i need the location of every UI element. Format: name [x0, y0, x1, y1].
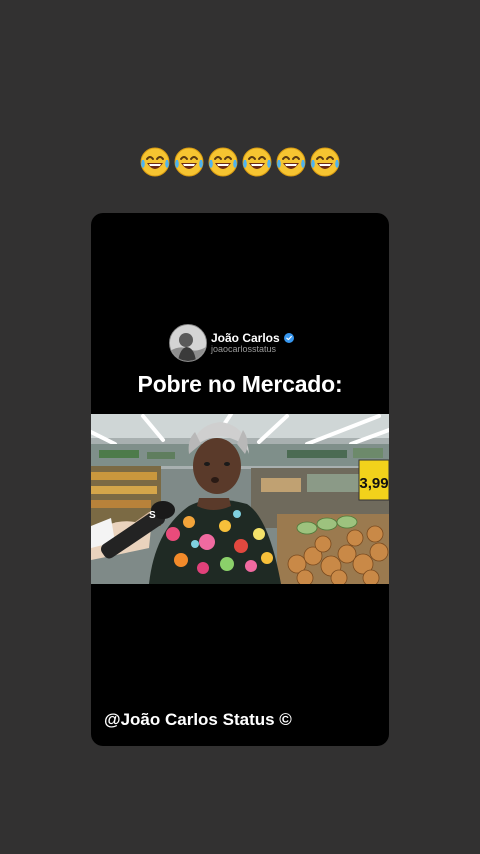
- svg-text:S: S: [149, 510, 156, 521]
- video-post-card[interactable]: João Carlos joaocarlosstatus Pobre no Me…: [91, 213, 389, 746]
- laughing-tears-icon: [140, 147, 170, 177]
- laughing-tears-icon: [242, 147, 272, 177]
- video-frame[interactable]: 3,99 S: [91, 414, 389, 584]
- post-title: Pobre no Mercado:: [137, 371, 343, 397]
- avatar-photo-icon: [170, 325, 206, 361]
- post-author[interactable]: João Carlos joaocarlosstatus: [169, 324, 294, 362]
- verified-badge-icon: [283, 333, 294, 343]
- price-tag: 3,99: [359, 475, 388, 492]
- laughing-tears-icon: [310, 147, 340, 177]
- watermark: @João Carlos Status ©: [104, 710, 292, 729]
- supermarket-interview-scene: 3,99 S: [91, 414, 389, 584]
- laughing-tears-icon: [174, 147, 204, 177]
- laughing-tears-icon: [276, 147, 306, 177]
- author-handle[interactable]: joaocarlosstatus: [211, 345, 294, 354]
- caption-emoji-row: [0, 146, 480, 186]
- author-name[interactable]: João Carlos: [211, 332, 280, 344]
- avatar[interactable]: [169, 324, 207, 362]
- laughing-tears-icon: [208, 147, 238, 177]
